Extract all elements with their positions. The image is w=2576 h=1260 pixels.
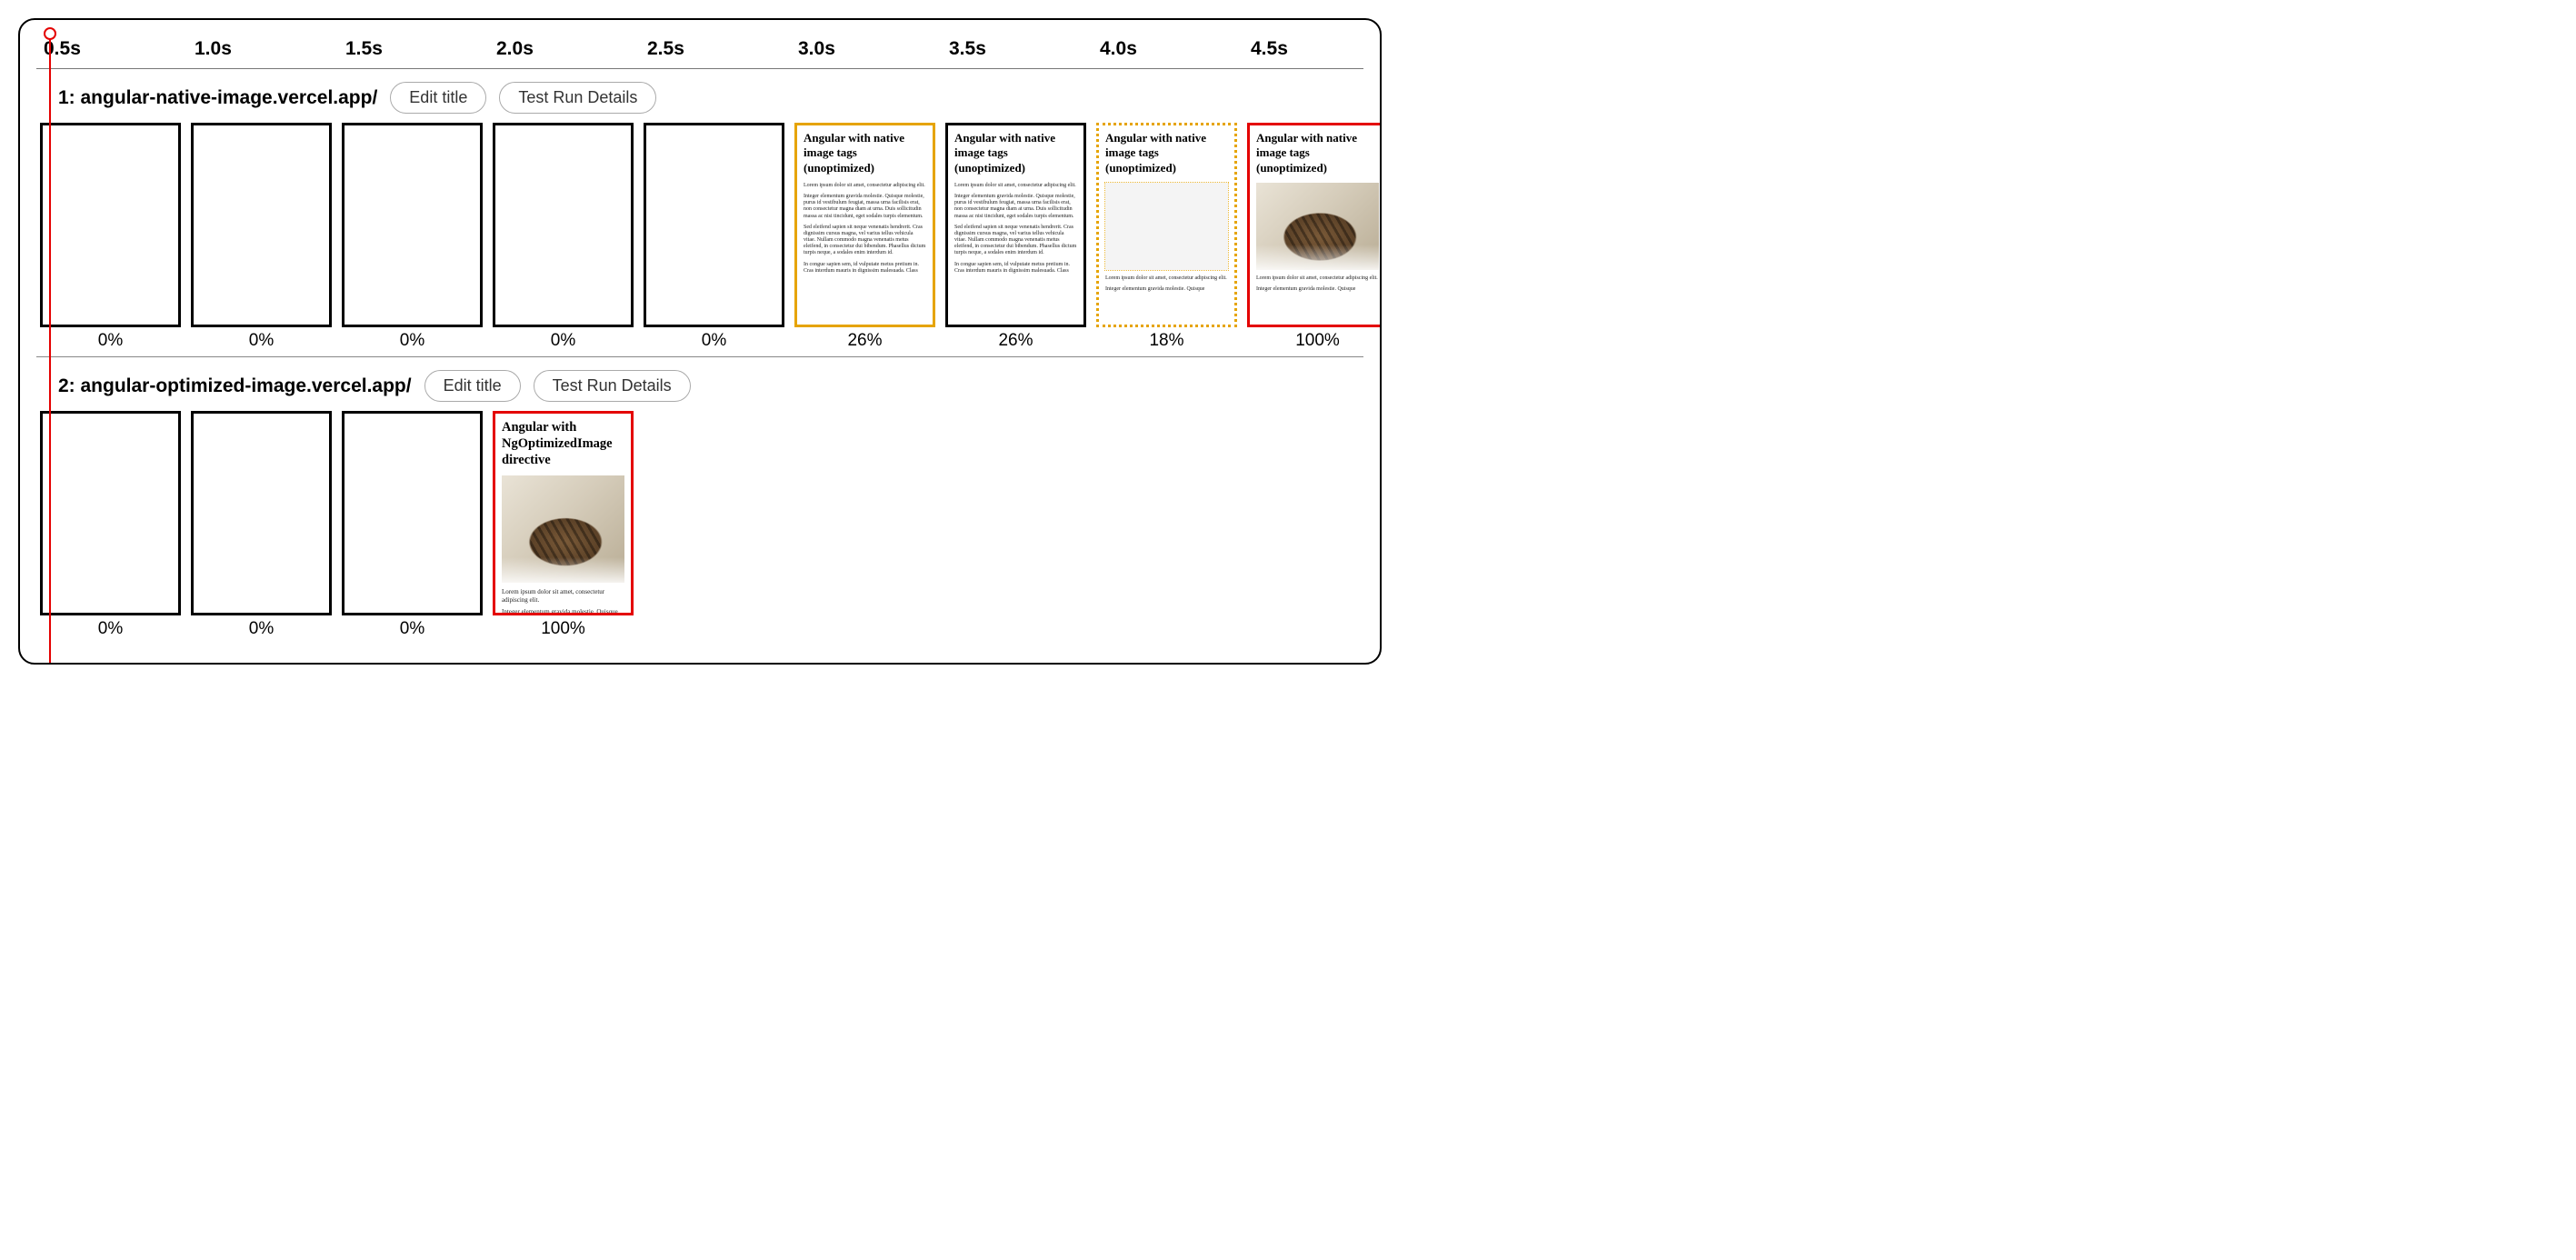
frame-thumbnail[interactable]	[191, 411, 332, 615]
image-placeholder-outline	[1105, 183, 1228, 270]
doc-paragraph: Integer elementum gravida molestie. Quis…	[1105, 286, 1228, 293]
cat-image	[502, 475, 624, 583]
filmstrip-compare-panel: 0.5s 1.0s 1.5s 2.0s 2.5s 3.0s 3.5s 4.0s …	[18, 18, 1382, 665]
filmstrip-row: 0% 0% 0% 0% 0% Angular with native image…	[40, 123, 1360, 351]
row-header: 1: angular-native-image.vercel.app/ Edit…	[58, 82, 1360, 114]
frame-progress: 26%	[847, 331, 882, 351]
edit-title-button[interactable]: Edit title	[424, 370, 521, 402]
frame-thumbnail[interactable]	[342, 411, 483, 615]
frame-thumbnail[interactable]: Angular with native image tags (unoptimi…	[1096, 123, 1237, 327]
doc-paragraph: Lorem ipsum dolor sit amet, consectetur …	[1256, 275, 1379, 282]
frame-progress: 0%	[551, 331, 575, 351]
doc-paragraph: Integer elementum gravida molestie. Quis…	[1256, 286, 1379, 293]
doc-preview: Angular with native image tags (unoptimi…	[1099, 125, 1234, 303]
row-separator	[36, 356, 1363, 357]
time-ruler: 0.5s 1.0s 1.5s 2.0s 2.5s 3.0s 3.5s 4.0s …	[36, 33, 1363, 69]
filmstrip-row: 0% 0% 0% Angular with NgOptimizedImage d…	[40, 411, 1360, 639]
ruler-tick: 3.5s	[949, 38, 986, 60]
frame-progress: 0%	[249, 619, 274, 639]
doc-paragraph: Lorem ipsum dolor sit amet, consectetur …	[1105, 275, 1228, 282]
frame-progress: 26%	[998, 331, 1033, 351]
row-label: 2: angular-optimized-image.vercel.app/	[58, 375, 412, 397]
frame-thumbnail[interactable]	[493, 123, 634, 327]
doc-heading: Angular with native image tags (unoptimi…	[954, 131, 1077, 175]
frame-thumbnail[interactable]: Angular with native image tags (unoptimi…	[1247, 123, 1382, 327]
playhead-line	[49, 38, 51, 665]
doc-heading: Angular with native image tags (unoptimi…	[1105, 131, 1228, 175]
doc-paragraph: Lorem ipsum dolor sit amet, consectetur …	[502, 588, 624, 604]
doc-heading: Angular with native image tags (unoptimi…	[804, 131, 926, 175]
ruler-tick: 3.0s	[798, 38, 835, 60]
frame-progress: 0%	[98, 331, 123, 351]
doc-paragraph: Lorem ipsum dolor sit amet, consectetur …	[954, 183, 1077, 189]
ruler-tick: 1.5s	[345, 38, 383, 60]
frame-progress: 0%	[400, 331, 424, 351]
frame-thumbnail[interactable]	[40, 411, 181, 615]
doc-preview: Angular with NgOptimizedImage directive …	[495, 414, 631, 615]
ruler-tick: 4.5s	[1251, 38, 1288, 60]
doc-paragraph: In congue sapien sem, id vulputate metus…	[804, 262, 926, 275]
frame-progress: 100%	[1295, 331, 1340, 351]
frame-thumbnail[interactable]	[191, 123, 332, 327]
frame-progress: 0%	[98, 619, 123, 639]
ruler-tick: 2.5s	[647, 38, 684, 60]
doc-paragraph: Integer elementum gravida molestie. Quis…	[804, 194, 926, 220]
doc-heading: Angular with native image tags (unoptimi…	[1256, 131, 1379, 175]
test-run-details-button[interactable]: Test Run Details	[534, 370, 691, 402]
doc-paragraph: Lorem ipsum dolor sit amet, consectetur …	[804, 183, 926, 189]
frame-progress: 0%	[400, 619, 424, 639]
frame-thumbnail[interactable]	[644, 123, 784, 327]
frame-progress: 0%	[702, 331, 726, 351]
frame-thumbnail[interactable]: Angular with native image tags (unoptimi…	[794, 123, 935, 327]
frame-progress: 0%	[249, 331, 274, 351]
frame-progress: 18%	[1149, 331, 1183, 351]
doc-paragraph: Integer elementum gravida molestie. Quis…	[502, 608, 624, 615]
doc-preview: Angular with native image tags (unoptimi…	[797, 125, 933, 285]
frame-thumbnail[interactable]: Angular with native image tags (unoptimi…	[945, 123, 1086, 327]
doc-paragraph: Integer elementum gravida molestie. Quis…	[954, 194, 1077, 220]
frame-thumbnail[interactable]: Angular with NgOptimizedImage directive …	[493, 411, 634, 615]
doc-paragraph: In congue sapien sem, id vulputate metus…	[954, 262, 1077, 275]
edit-title-button[interactable]: Edit title	[390, 82, 486, 114]
frame-thumbnail[interactable]	[342, 123, 483, 327]
ruler-tick: 4.0s	[1100, 38, 1137, 60]
row-header: 2: angular-optimized-image.vercel.app/ E…	[58, 370, 1360, 402]
doc-paragraph: Sed eleifend sapien sit neque venenatis …	[954, 225, 1077, 257]
doc-paragraph: Sed eleifend sapien sit neque venenatis …	[804, 225, 926, 257]
ruler-tick: 2.0s	[496, 38, 534, 60]
doc-preview: Angular with native image tags (unoptimi…	[1250, 125, 1382, 303]
doc-preview: Angular with native image tags (unoptimi…	[948, 125, 1083, 285]
frame-thumbnail[interactable]	[40, 123, 181, 327]
row-label: 1: angular-native-image.vercel.app/	[58, 87, 377, 109]
test-run-details-button[interactable]: Test Run Details	[499, 82, 656, 114]
frame-progress: 100%	[541, 619, 585, 639]
cat-image	[1256, 183, 1379, 270]
ruler-tick: 1.0s	[195, 38, 232, 60]
doc-heading: Angular with NgOptimizedImage directive	[502, 419, 624, 468]
